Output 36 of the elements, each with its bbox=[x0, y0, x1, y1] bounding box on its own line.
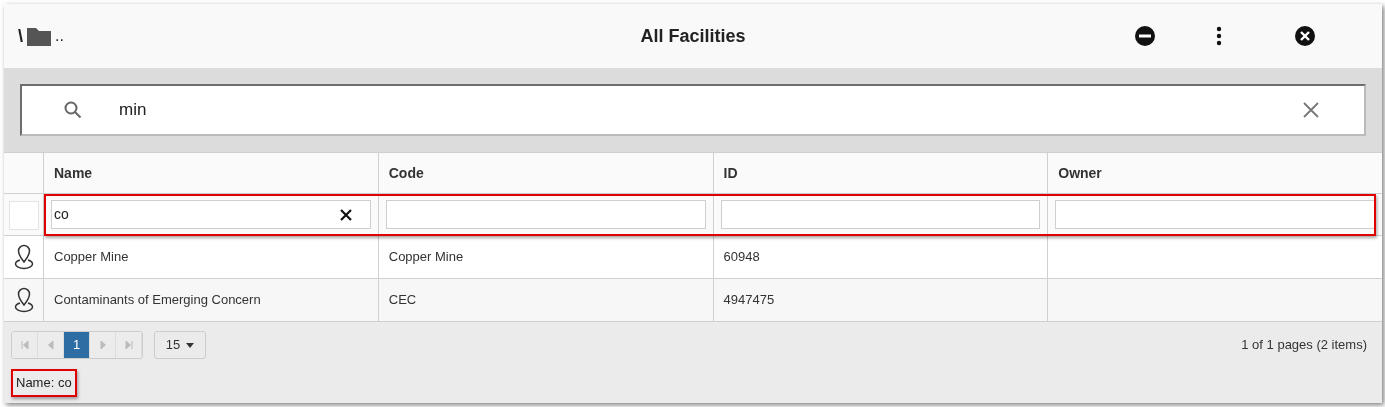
last-arrow-icon bbox=[123, 340, 134, 350]
table-cell: 4947475 bbox=[713, 279, 1049, 321]
location-pin-icon bbox=[13, 287, 34, 313]
column-header[interactable]: Code bbox=[378, 153, 714, 193]
window-title: All Facilities bbox=[640, 24, 746, 48]
table-cell: Contaminants of Emerging Concern bbox=[44, 279, 379, 321]
path-separator: \ bbox=[18, 24, 23, 48]
location-pin-icon bbox=[13, 244, 34, 270]
empty-filter-cell bbox=[8, 200, 39, 230]
table-cell: Copper Mine bbox=[44, 236, 379, 278]
filter-field[interactable]: co bbox=[51, 200, 371, 229]
next-arrow-icon bbox=[97, 340, 108, 350]
active-filter-label: Name: co bbox=[11, 369, 77, 397]
caret-icon bbox=[186, 342, 195, 348]
search-icon bbox=[64, 101, 82, 119]
page-button[interactable]: 1 bbox=[64, 332, 90, 358]
column-header[interactable]: Name bbox=[44, 153, 379, 193]
minimize-icon[interactable] bbox=[1134, 25, 1156, 47]
filter-field[interactable] bbox=[385, 200, 706, 229]
table-cell: Copper Mine bbox=[378, 236, 714, 278]
clear-icon[interactable] bbox=[339, 208, 352, 221]
parent-folder-link[interactable]: .. bbox=[55, 24, 64, 48]
page-size-dropdown[interactable]: 15 bbox=[154, 331, 206, 359]
close-icon[interactable] bbox=[1294, 25, 1316, 47]
more-options-icon[interactable] bbox=[1216, 26, 1222, 46]
folder-icon[interactable] bbox=[26, 25, 52, 47]
filter-field[interactable] bbox=[720, 200, 1041, 229]
column-header[interactable]: ID bbox=[713, 153, 1049, 193]
column-header[interactable]: Owner bbox=[1048, 153, 1382, 193]
search-field[interactable]: min bbox=[20, 84, 1366, 136]
first-arrow-icon bbox=[19, 340, 30, 350]
pager-summary: 1 of 1 pages (2 items) bbox=[1241, 336, 1367, 355]
table-cell: CEC bbox=[378, 279, 714, 321]
prev-arrow-icon bbox=[45, 340, 56, 350]
table-cell: 60948 bbox=[713, 236, 1049, 278]
filter-field[interactable] bbox=[1055, 200, 1375, 229]
